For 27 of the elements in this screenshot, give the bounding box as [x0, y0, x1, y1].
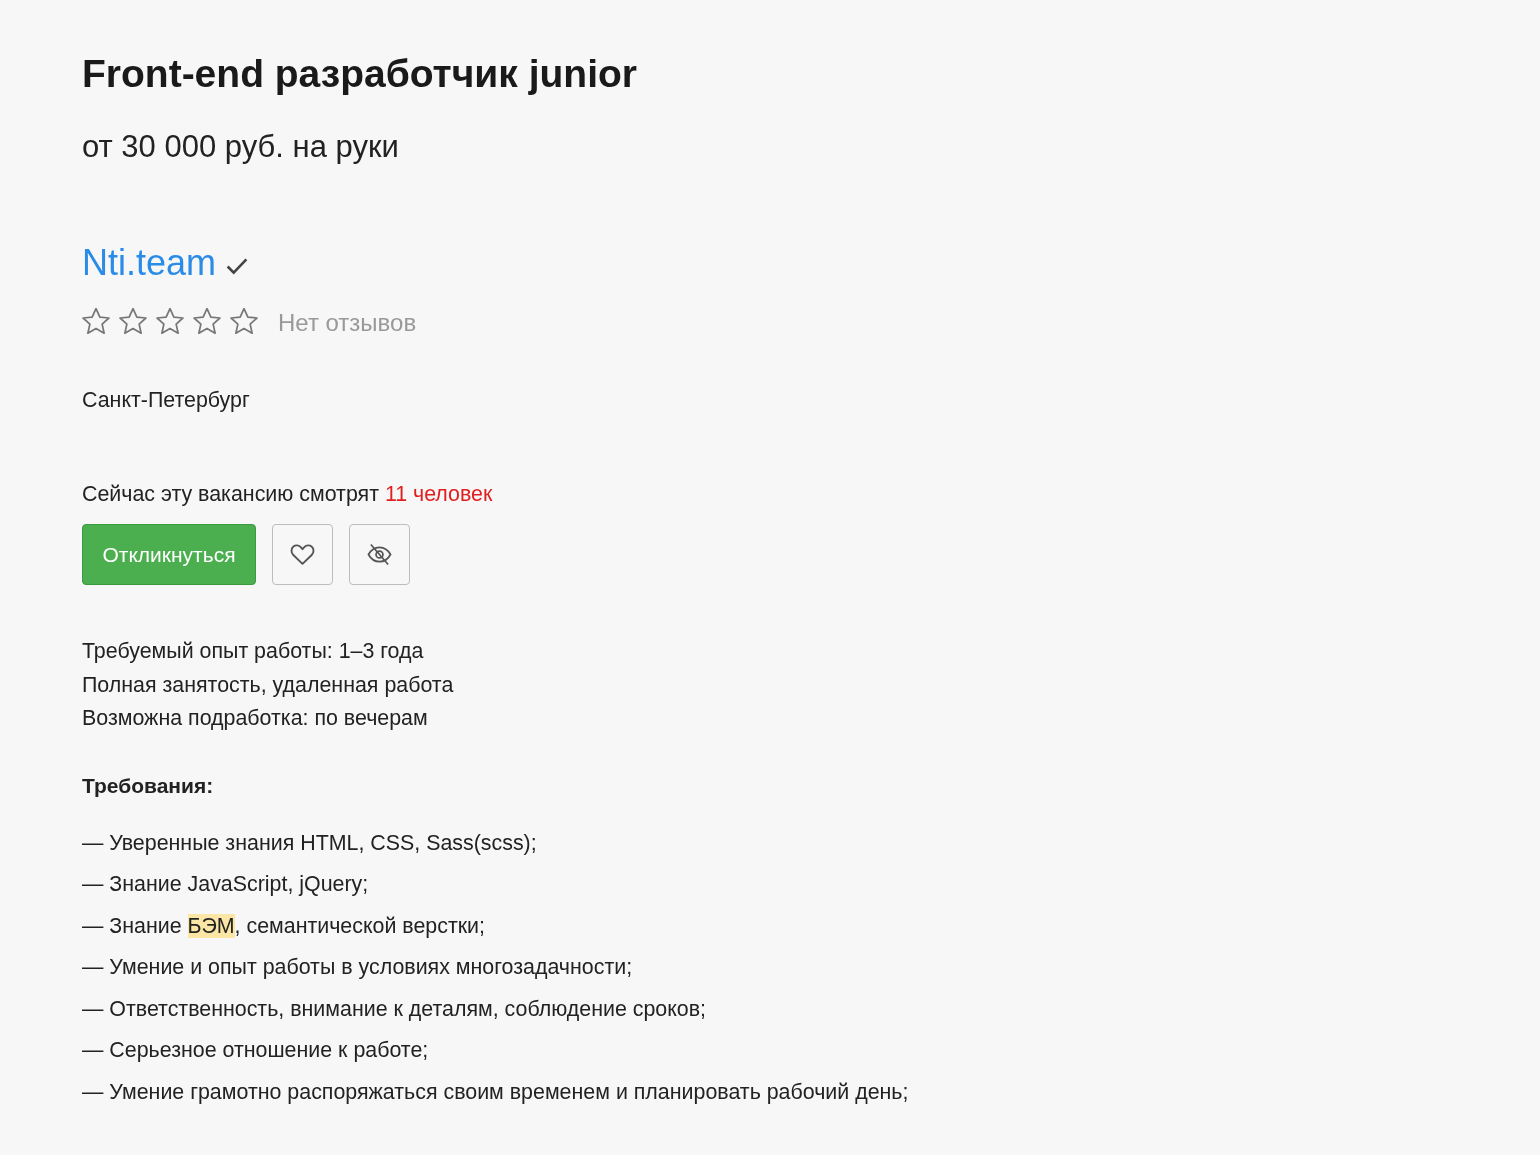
vacancy-title: Front-end разработчик junior — [82, 51, 637, 97]
detail-text: Возможна подработка: по вечерам — [82, 705, 428, 732]
requirement-text: — Умение грамотно распоряжаться своим временем и планировать рабочий день; — [82, 1079, 909, 1104]
detail-text: Полная занятость, удаленная работа — [82, 671, 454, 699]
detail-text: Требуемый опыт работы: 1–3 года — [82, 638, 424, 665]
star-icon — [193, 308, 221, 334]
company-link[interactable]: Nti.team — [82, 241, 217, 285]
requirement-text: — Серьезное отношение к работе; — [82, 1038, 429, 1062]
requirement-text: — Знание БЭМ, семантической верстки; — [82, 913, 485, 938]
eye-slash-icon — [367, 543, 392, 566]
star-icon — [82, 308, 110, 334]
city-text: Санкт-Петербург — [82, 388, 250, 412]
salary-text: от 30 000 руб. на руки — [82, 129, 399, 165]
hide-button[interactable] — [349, 524, 410, 585]
viewers-text: Сейчас эту вакансию смотрят 11 человек — [82, 482, 493, 506]
star-icon — [156, 308, 184, 334]
heart-icon — [290, 543, 315, 566]
respond-button[interactable]: Откликнуться — [82, 524, 256, 585]
star-icon — [230, 308, 258, 334]
requirement-text: — Ответственность, внимание к деталям, соблюдение сроков; — [82, 996, 707, 1021]
star-icon — [119, 308, 147, 334]
reviews-text: Нет отзывов — [278, 309, 417, 337]
requirements-heading: Требования: — [82, 773, 214, 798]
favorite-button[interactable] — [272, 524, 333, 585]
requirement-text: — Уверенные знания HTML, CSS, Sass(scss); — [82, 830, 537, 855]
requirement-text: — Умение и опыт работы в условиях многозадачности; — [82, 955, 633, 979]
requirement-text: — Знание JavaScript, jQuery; — [82, 872, 369, 896]
